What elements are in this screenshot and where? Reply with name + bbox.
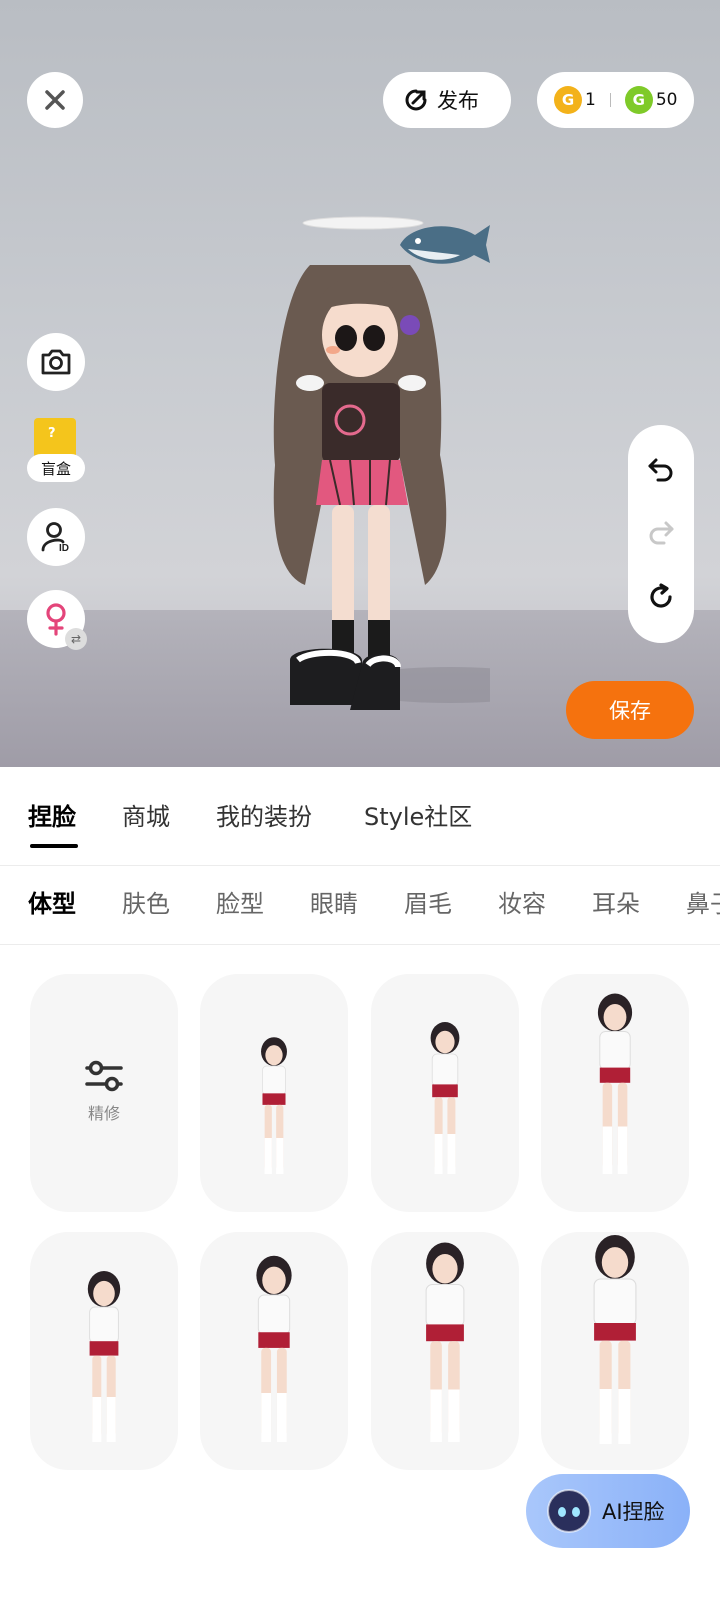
gold-coin-count: 1 <box>585 90 596 110</box>
ai-face-button[interactable]: AI捏脸 <box>526 1474 690 1548</box>
body-preset-figure <box>430 1022 460 1174</box>
robot-icon <box>547 1489 591 1533</box>
body-preset-figure <box>425 1242 465 1442</box>
camera-button[interactable] <box>27 333 85 391</box>
body-preset-card[interactable] <box>541 974 689 1212</box>
refine-card[interactable]: 精修 <box>30 974 178 1212</box>
body-preset-figure <box>261 1037 287 1174</box>
subtab-overflow-clip: 鼻子 <box>686 884 720 918</box>
subtab-divider <box>0 944 720 945</box>
undo-icon[interactable] <box>646 456 676 482</box>
gold-coin-icon: G <box>554 86 582 114</box>
subtab-nose[interactable]: 鼻子 <box>686 884 720 918</box>
redo-icon[interactable] <box>646 519 676 545</box>
avatar-character[interactable] <box>250 205 490 735</box>
id-card-icon: ID <box>41 522 69 554</box>
avatar-preview-scene[interactable]: 发布 G 1 G 50 ? 盲盒 ID ⇄ 保存 <box>0 0 720 767</box>
ai-face-label: AI捏脸 <box>602 1500 665 1524</box>
body-preset-card[interactable] <box>200 1232 348 1470</box>
body-preset-figure <box>593 1235 637 1444</box>
body-preset-figure <box>597 993 633 1174</box>
body-preset-card[interactable] <box>371 974 519 1212</box>
tab-style-community[interactable]: Style社区 <box>364 797 472 832</box>
gender-switch-button[interactable]: ⇄ <box>27 590 87 650</box>
tab-face-customize[interactable]: 捏脸 <box>28 797 76 832</box>
body-preset-card[interactable] <box>200 974 348 1212</box>
svg-text:ID: ID <box>59 543 69 554</box>
publish-label: 发布 <box>437 89 479 113</box>
body-preset-figure <box>256 1255 292 1442</box>
tab-shop[interactable]: 商城 <box>122 797 170 832</box>
save-button[interactable]: 保存 <box>566 681 694 739</box>
subtab-makeup[interactable]: 妆容 <box>498 884 546 919</box>
body-preset-card[interactable] <box>541 1232 689 1470</box>
body-preset-figure <box>87 1271 121 1442</box>
green-coin-icon: G <box>624 86 653 114</box>
subtab-eyebrows[interactable]: 眉毛 <box>404 884 452 919</box>
blind-box-button[interactable]: ? 盲盒 <box>27 418 85 488</box>
subtab-body-shape[interactable]: 体型 <box>28 884 76 919</box>
close-icon <box>45 90 65 110</box>
profile-id-button[interactable]: ID <box>27 508 85 566</box>
blind-box-symbol: ? <box>48 426 56 441</box>
tab-divider <box>0 865 720 866</box>
swap-icon: ⇄ <box>65 628 87 650</box>
blind-box-label: 盲盒 <box>27 454 85 482</box>
green-coin-count: 50 <box>655 90 678 110</box>
refine-label: 精修 <box>87 1104 120 1123</box>
publish-button[interactable]: 发布 <box>383 72 511 128</box>
history-controls <box>628 425 694 643</box>
sliders-icon <box>85 1060 123 1092</box>
camera-icon <box>41 349 71 375</box>
blind-box-icon: ? <box>34 418 76 458</box>
female-icon <box>46 603 66 636</box>
main-tab-bar: 捏脸 商城 我的装扮 Style社区 <box>0 767 720 865</box>
body-preset-card[interactable] <box>30 1232 178 1470</box>
publish-icon <box>405 89 427 111</box>
close-button[interactable] <box>27 72 83 128</box>
reset-icon[interactable] <box>646 582 676 612</box>
subtab-face-shape[interactable]: 脸型 <box>216 884 264 919</box>
avatar-editor-screen: 发布 G 1 G 50 ? 盲盒 ID ⇄ 保存 捏脸 商城 我的装扮 Styl… <box>0 0 720 1600</box>
tab-my-outfits[interactable]: 我的装扮 <box>216 797 312 832</box>
active-tab-indicator <box>30 844 78 848</box>
currency-divider <box>609 93 611 107</box>
subtab-ears[interactable]: 耳朵 <box>592 884 640 919</box>
body-preset-card[interactable] <box>371 1232 519 1470</box>
subtab-skin-color[interactable]: 肤色 <box>122 884 170 919</box>
currency-balance[interactable]: G 1 G 50 <box>537 72 694 128</box>
subtab-eyes[interactable]: 眼睛 <box>310 884 358 919</box>
